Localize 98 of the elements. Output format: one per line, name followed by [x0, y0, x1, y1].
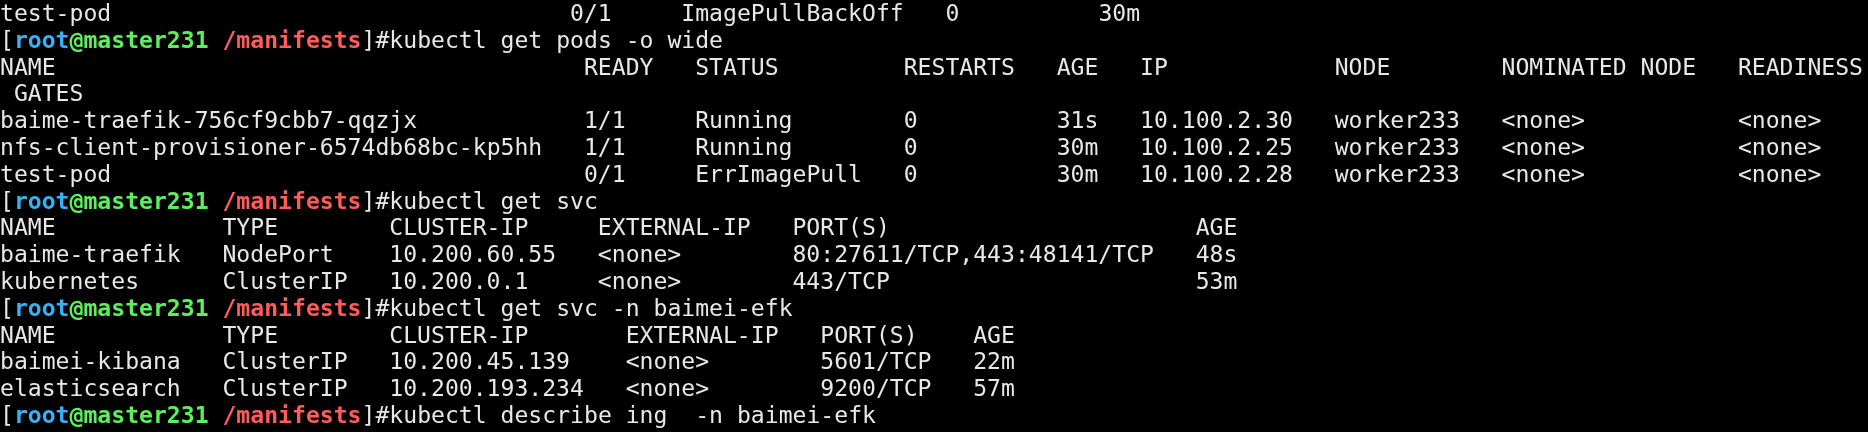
table-cell-text: 0 — [903, 107, 919, 134]
prompt-symbol: ]# — [361, 294, 390, 321]
prompt-user: root — [13, 401, 70, 428]
column-header: READINESS — [1737, 53, 1863, 81]
column-header: STATUS — [695, 53, 780, 81]
table-cell: 48s — [1195, 241, 1238, 268]
table-cell-text: Running — [695, 107, 794, 134]
prompt-host: @master231 — [69, 294, 209, 321]
prompt-user: root — [13, 294, 70, 321]
table-cell-text: <none> — [1501, 160, 1586, 188]
prompt-host: @master231 — [69, 26, 209, 53]
column-header: NAME — [0, 214, 57, 242]
table-cell-text: 10.100.2.28 — [1140, 160, 1294, 188]
table-cell: 53m — [1195, 267, 1238, 295]
table-cell-text: 31s — [1056, 107, 1100, 134]
table-cell: <none> — [1737, 107, 1822, 134]
table-cell: 22m — [973, 348, 1015, 376]
table-cell-text: 10.200.0.1 — [389, 267, 530, 295]
column-header: RESTARTS — [903, 53, 1016, 81]
table-cell-text: Running — [695, 134, 794, 161]
output-line: test-pod 0/1 ImagePullBackOff 0 30m — [0, 0, 1141, 26]
prompt-host: @master231 — [69, 401, 209, 428]
command-text: kubectl get svc — [389, 187, 598, 214]
column-header: READY — [583, 53, 655, 81]
table-cell-text: NodePort — [222, 241, 335, 268]
table-cell-text: <none> — [1501, 107, 1586, 134]
column-header: PORT(S) — [792, 214, 891, 242]
table-cell-text: 10.100.2.30 — [1140, 107, 1294, 134]
prompt-symbol: ]# — [361, 187, 390, 214]
column-header: CLUSTER-IP — [389, 321, 530, 349]
table-cell-text: <none> — [597, 241, 683, 268]
column-header: NOMINATED NODE — [1501, 53, 1698, 81]
prompt-user: root — [13, 26, 70, 53]
table-cell-text: ClusterIP — [222, 375, 349, 402]
prompt-bracket: [ — [0, 187, 14, 214]
table-cell-text: elasticsearch — [0, 375, 182, 402]
column-header: EXTERNAL-IP — [597, 214, 752, 242]
column-header: NODE — [1334, 53, 1392, 81]
table-cell-text: worker233 — [1334, 160, 1461, 188]
table-cell-text: ClusterIP — [222, 348, 349, 376]
table-cell: 57m — [973, 375, 1015, 402]
column-header: AGE — [1056, 53, 1100, 81]
prompt-symbol: ]# — [361, 26, 390, 53]
table-cell-text: 9200/TCP — [820, 375, 933, 402]
table-cell-text: 10.200.45.139 — [389, 348, 572, 376]
prompt-bracket: [ — [0, 294, 14, 321]
table-cell-text: <none> — [625, 348, 711, 376]
column-header: AGE — [973, 321, 1015, 349]
table-cell-text: 0/1 — [583, 160, 627, 188]
column-header: GATES — [12, 80, 84, 107]
table-cell-text: nfs-client-provisioner-6574db68bc-kp5hh — [0, 134, 544, 161]
table-cell-text: 0 — [903, 160, 919, 188]
column-header: AGE — [1195, 214, 1238, 242]
prompt-bracket: [ — [0, 401, 14, 428]
table-cell-text: ErrImagePull — [695, 160, 863, 188]
prompt-bracket: [ — [0, 26, 14, 53]
table-cell-text: kubernetes — [0, 267, 141, 295]
prompt-symbol: ]# — [361, 401, 390, 428]
prompt-user: root — [13, 187, 70, 214]
table-cell-text: ClusterIP — [222, 267, 349, 295]
column-header: NAME — [0, 53, 57, 81]
table-cell-text: 10.200.60.55 — [389, 241, 558, 268]
prompt-path: /manifests — [222, 26, 362, 53]
column-header: EXTERNAL-IP — [625, 321, 780, 349]
table-cell-text: 5601/TCP — [820, 348, 933, 376]
table-cell-text: worker233 — [1334, 107, 1461, 134]
prompt-path: /manifests — [222, 294, 362, 321]
column-header: PORT(S) — [820, 321, 919, 349]
table-cell: <none> — [1737, 134, 1822, 161]
table-cell-text: baimei-kibana — [0, 348, 182, 376]
table-cell-text: 0 — [903, 134, 919, 161]
table-cell-text: 10.200.193.234 — [389, 375, 585, 402]
prompt-host: @master231 — [69, 187, 209, 214]
column-header: TYPE — [222, 214, 280, 242]
column-header: NAME — [0, 321, 57, 349]
table-cell-text: baime-traefik-756cf9cbb7-qqzjx — [0, 107, 419, 134]
table-cell-text: 10.100.2.25 — [1140, 134, 1294, 161]
column-header: CLUSTER-IP — [389, 214, 530, 242]
table-cell-text: 30m — [1056, 160, 1100, 188]
table-cell-text: <none> — [1501, 134, 1586, 161]
table-cell-text: <none> — [597, 267, 683, 295]
prompt-path: /manifests — [222, 401, 362, 428]
column-header: IP — [1140, 53, 1169, 81]
table-cell-text: 1/1 — [583, 107, 627, 134]
command-text: kubectl get svc -n baimei-efk — [389, 294, 793, 321]
table-cell-text: test-pod — [0, 160, 113, 188]
table-cell-text: 1/1 — [583, 134, 627, 161]
command-text: kubectl describe ing -n baimei-efk — [389, 401, 876, 428]
table-cell-text: baime-traefik — [0, 241, 182, 268]
table-cell-text: 80:27611/TCP,443:48141/TCP — [792, 241, 1155, 268]
table-cell-text: worker233 — [1334, 134, 1461, 161]
column-header: TYPE — [222, 321, 280, 349]
table-cell-text: 30m — [1056, 134, 1100, 161]
prompt-path: /manifests — [222, 187, 362, 214]
table-cell: <none> — [1737, 160, 1822, 188]
table-cell-text: <none> — [625, 375, 711, 402]
table-cell-text: 443/TCP — [792, 267, 891, 295]
command-text: kubectl get pods -o wide — [389, 26, 723, 53]
